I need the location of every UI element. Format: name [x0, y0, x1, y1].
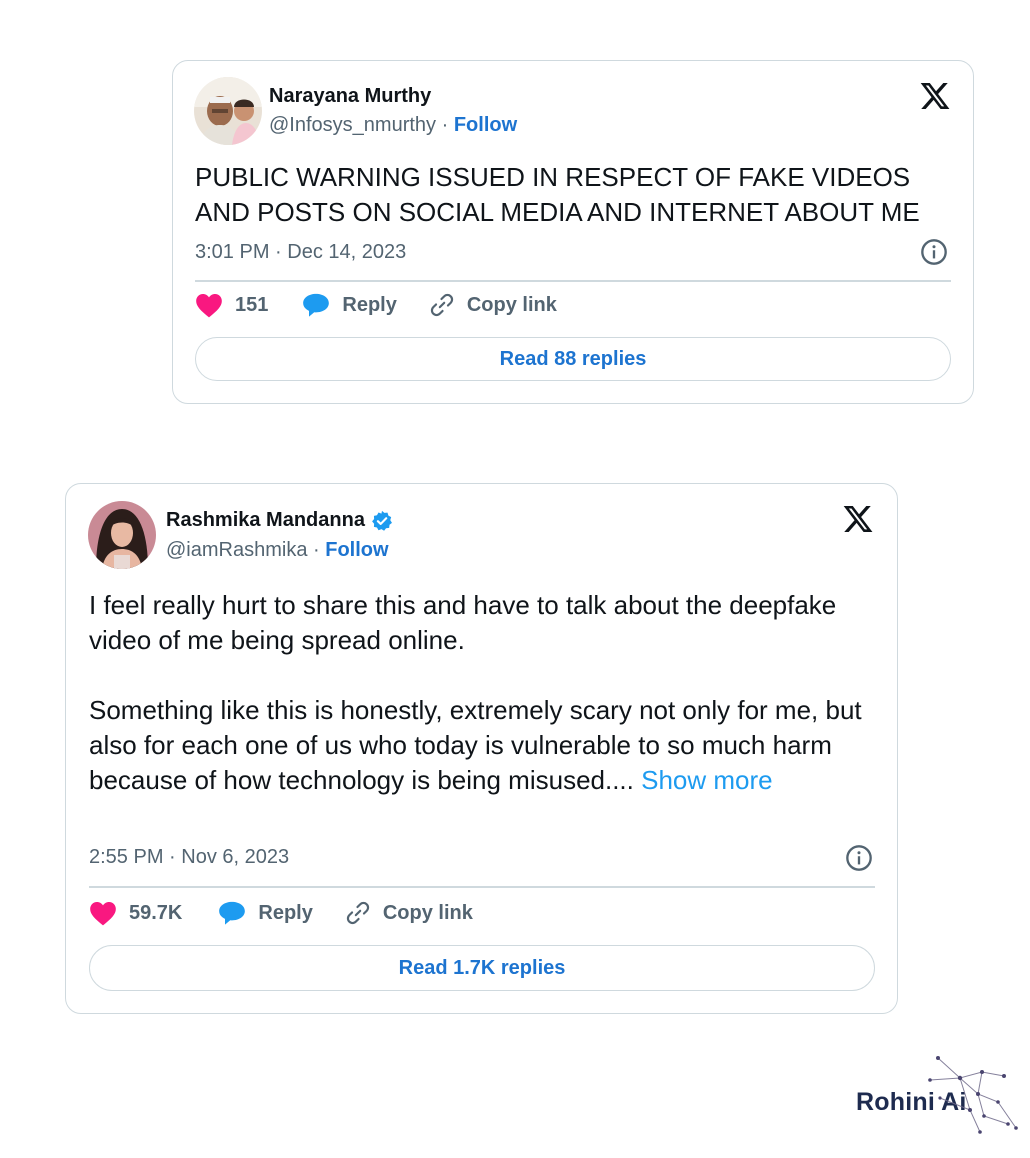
author-handle[interactable]: @iamRashmika [166, 539, 307, 561]
follow-button[interactable]: Follow [325, 539, 388, 561]
divider [195, 280, 951, 282]
like-count: 59.7K [129, 901, 183, 924]
tweet-text: PUBLIC WARNING ISSUED IN RESPECT OF FAKE… [195, 160, 965, 230]
tweet-actions: 151 Reply Copy link [195, 292, 557, 318]
copy-link-label: Copy link [466, 293, 557, 316]
author-handle-row: @iamRashmika · Follow [166, 539, 389, 562]
network-graph-icon [928, 1056, 1018, 1134]
tweet-timestamp[interactable]: 2:55 PM · Nov 6, 2023 [89, 846, 289, 869]
read-replies-button[interactable]: Read 1.7K replies [89, 945, 875, 991]
copy-link-button[interactable]: Copy link [429, 292, 557, 318]
x-logo-icon[interactable] [919, 80, 951, 112]
follow-button[interactable]: Follow [454, 114, 517, 136]
heart-icon [90, 902, 116, 926]
link-icon [346, 901, 369, 925]
tweet-paragraph: I feel really hurt to share this and hav… [89, 590, 837, 655]
reply-button[interactable]: Reply [218, 900, 313, 926]
author-name-row: Rashmika Mandanna [166, 509, 393, 532]
avatar[interactable] [194, 77, 262, 145]
tweet-card: Narayana Murthy @Infosys_nmurthy · Follo… [172, 60, 974, 404]
tweet-timestamp[interactable]: 3:01 PM · Dec 14, 2023 [195, 241, 406, 264]
copy-link-label: Copy link [382, 901, 473, 924]
separator: · [441, 114, 449, 136]
speech-bubble-icon [303, 293, 330, 317]
read-replies-button[interactable]: Read 88 replies [195, 337, 951, 381]
tweet-paragraph: Something like this is honestly, extreme… [89, 693, 879, 798]
divider [89, 886, 875, 888]
tweet-actions: 59.7K Reply Copy link [89, 900, 473, 926]
author-handle-row: @Infosys_nmurthy · Follow [269, 114, 517, 137]
speech-bubble-icon [219, 901, 246, 925]
x-logo-icon[interactable] [842, 503, 874, 535]
reply-label: Reply [258, 901, 313, 924]
like-button[interactable]: 151 [195, 292, 268, 318]
reply-button[interactable]: Reply [302, 292, 397, 318]
info-icon[interactable] [920, 238, 948, 266]
info-icon[interactable] [845, 844, 873, 872]
link-icon [430, 293, 453, 317]
tweet-card: Rashmika Mandanna @iamRashmika · Follow … [65, 483, 898, 1014]
separator: · [313, 539, 320, 561]
verified-badge-icon [372, 510, 392, 531]
author-handle[interactable]: @Infosys_nmurthy [269, 114, 436, 136]
show-more-link[interactable]: Show more [641, 765, 773, 795]
avatar[interactable] [88, 501, 156, 569]
author-name[interactable]: Rashmika Mandanna [166, 509, 365, 532]
reply-label: Reply [342, 293, 397, 316]
like-button[interactable]: 59.7K [89, 900, 182, 926]
like-count: 151 [235, 293, 269, 316]
tweet-paragraph: PUBLIC WARNING ISSUED IN RESPECT OF FAKE… [195, 162, 920, 227]
copy-link-button[interactable]: Copy link [345, 900, 473, 926]
tweet-text: I feel really hurt to share this and hav… [89, 588, 879, 798]
heart-icon [196, 294, 222, 318]
author-name[interactable]: Narayana Murthy [269, 85, 431, 108]
